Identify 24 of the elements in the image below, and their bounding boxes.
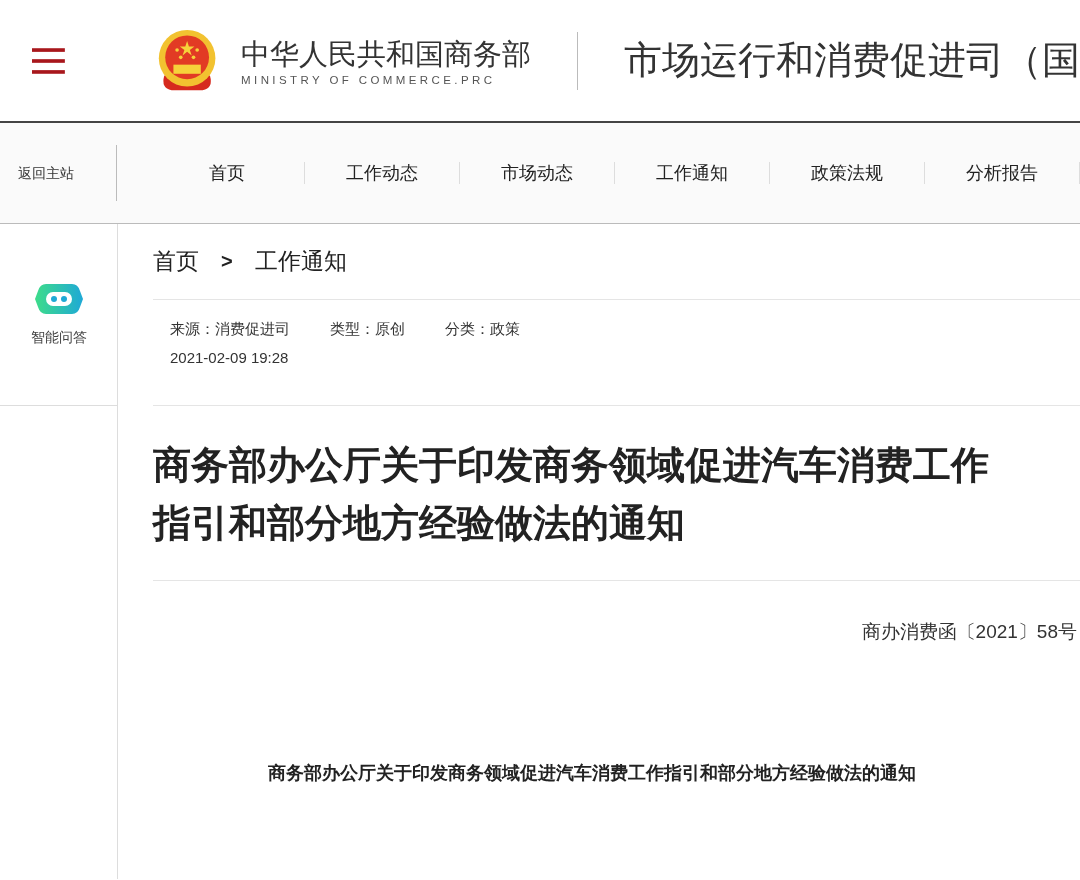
nav-tab[interactable]: 首页 [150,162,305,184]
site-name: 中华人民共和国商务部 [241,36,532,72]
type-info: 类型：原创 [330,320,405,339]
nav-tab[interactable]: 分析报告 [925,162,1080,184]
nav-tab[interactable]: 政策法规 [770,162,925,184]
back-link[interactable]: 返回主站 [0,145,117,201]
assistant-label[interactable]: 智能问答 [30,328,87,347]
source-info: 来源：消费促进司 [170,320,290,339]
article-subtitle: 商务部办公厅关于印发商务领域促进汽车消费工作指引和部分地方经验做法的通知 [268,763,916,783]
menu-icon[interactable] [32,46,65,75]
nav-tab[interactable]: 市场动态 [460,162,615,184]
nav-tab[interactable]: 工作通知 [615,162,770,184]
breadcrumb-separator: > [221,250,233,273]
site-name-english: MINISTRY OF COMMERCE.PRC [241,73,497,86]
publish-date: 2021-02-09 19:28 [170,349,290,366]
document-number: 商办消费函〔2021〕58号 [861,620,1077,644]
breadcrumb-link[interactable]: 工作通知 [254,246,347,277]
category-info: 分类：政策 [445,320,520,339]
breadcrumb-link[interactable]: 首页 [153,246,199,277]
article-title: 商务部办公厅关于印发商务领域促进汽车消费工作 [153,443,989,488]
section-title: 市场运行和消费促进司（国 [624,38,1080,83]
robot-icon[interactable] [33,282,84,315]
article-title: 指引和部分地方经验做法的通知 [153,501,685,546]
nav-tab[interactable]: 工作动态 [305,162,460,184]
